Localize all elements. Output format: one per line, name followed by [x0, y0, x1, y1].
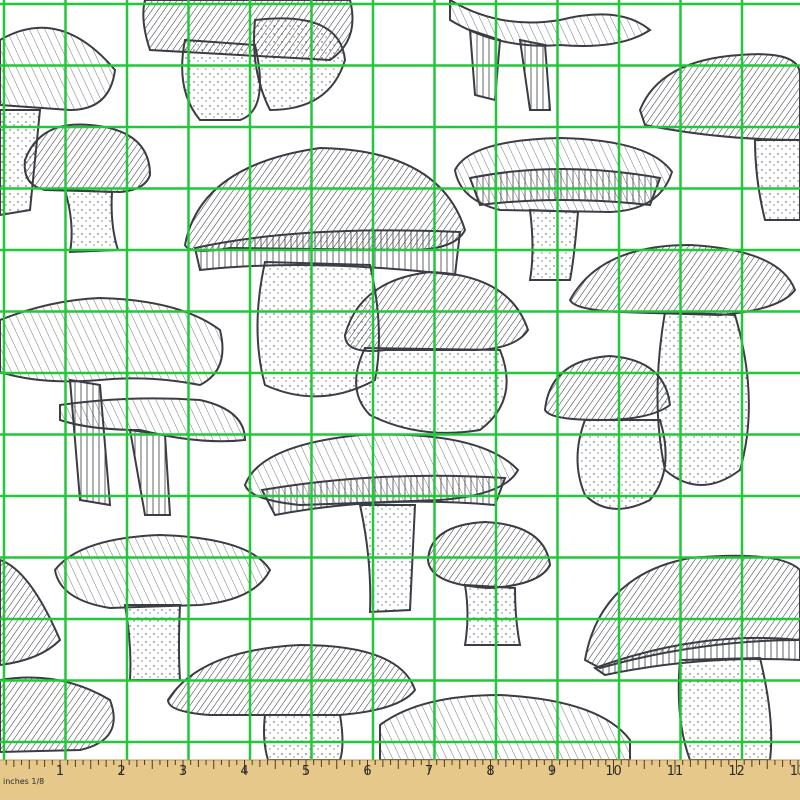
ruler-number: 13 [790, 764, 800, 779]
ruler-number: 1 [56, 764, 64, 779]
ruler-number: 2 [117, 764, 125, 779]
ruler-number: 12 [728, 764, 745, 779]
ruler-number: 10 [605, 764, 622, 779]
ruler-number: 4 [240, 764, 248, 779]
ruler-number: 11 [667, 764, 684, 779]
ruler-number: 9 [548, 764, 556, 779]
ruler-number: 6 [363, 764, 371, 779]
ruler: inches 1/8 12345678910111213 [0, 759, 800, 800]
ruler-number: 7 [425, 764, 433, 779]
mushroom-pattern-artwork: inches 1/8 12345678910111213 [0, 0, 800, 800]
ruler-number: 8 [486, 764, 494, 779]
ruler-unit-label: inches 1/8 [3, 777, 44, 786]
fabric-swatch: inches 1/8 12345678910111213 [0, 0, 800, 800]
ruler-number: 5 [302, 764, 310, 779]
ruler-number: 3 [179, 764, 187, 779]
